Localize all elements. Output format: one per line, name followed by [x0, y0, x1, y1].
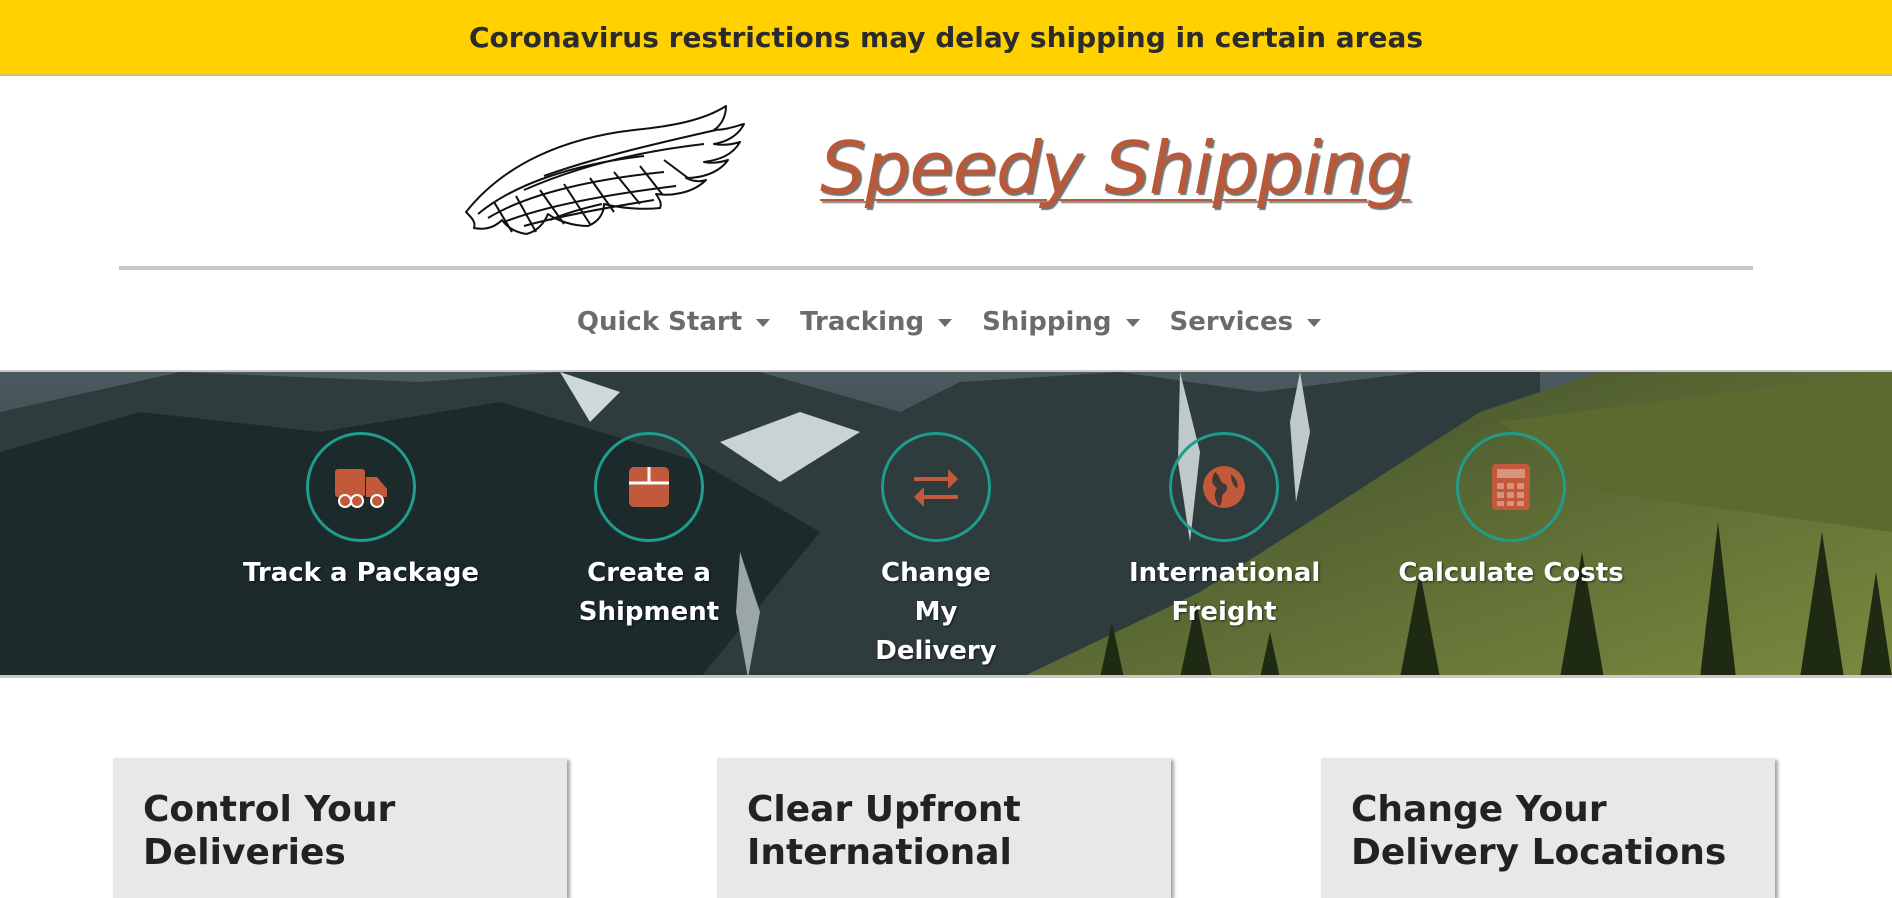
quick-link-international-freight[interactable]: International Freight — [1094, 432, 1354, 632]
wing-icon — [465, 105, 745, 235]
feature-card-control-deliveries[interactable]: Control Your Deliveries — [113, 758, 567, 898]
hero-quick-links: Track a Package Create a Shipment Change… — [0, 372, 1892, 678]
quick-link-label: Calculate Costs — [1398, 558, 1624, 588]
quick-link-label: Change My Delivery — [875, 558, 997, 666]
card-title: Change Your Delivery Locations — [1351, 789, 1727, 873]
quick-link-circle — [1456, 432, 1566, 542]
quick-link-circle — [594, 432, 704, 542]
quick-link-track-package[interactable]: Track a Package — [231, 432, 491, 593]
quick-link-calculate-costs[interactable]: Calculate Costs — [1381, 432, 1641, 593]
quick-link-circle — [1169, 432, 1279, 542]
brand-name[interactable]: Speedy Shipping — [820, 126, 1411, 210]
main-nav: Quick Start Tracking Shipping Services — [0, 300, 1892, 344]
quick-link-label: International Freight — [1129, 558, 1321, 627]
nav-item-label: Tracking — [800, 307, 925, 337]
nav-item-label: Quick Start — [576, 307, 743, 337]
nav-item-tracking[interactable]: Tracking — [800, 307, 953, 337]
card-title: Control Your Deliveries — [143, 789, 396, 873]
feature-card-upfront-international[interactable]: Clear Upfront International — [717, 758, 1171, 898]
globe-icon — [1203, 466, 1245, 508]
header-divider — [119, 266, 1753, 270]
nav-item-label: Shipping — [982, 307, 1112, 337]
exchange-arrows-icon — [914, 469, 958, 507]
quick-link-circle — [881, 432, 991, 542]
quick-link-create-shipment[interactable]: Create a Shipment — [519, 432, 779, 632]
quick-link-circle — [306, 432, 416, 542]
nav-item-label: Services — [1169, 307, 1294, 337]
chevron-down-icon — [756, 319, 771, 327]
nav-item-services[interactable]: Services — [1170, 307, 1322, 337]
chevron-down-icon — [938, 319, 953, 327]
nav-item-quick-start[interactable]: Quick Start — [576, 307, 771, 337]
banner-text: Coronavirus restrictions may delay shipp… — [468, 20, 1424, 54]
truck-icon — [335, 469, 387, 508]
nav-item-shipping[interactable]: Shipping — [982, 307, 1140, 337]
chevron-down-icon — [1125, 319, 1140, 327]
feature-card-change-locations[interactable]: Change Your Delivery Locations — [1321, 758, 1775, 898]
chevron-down-icon — [1307, 319, 1322, 327]
quick-link-change-delivery[interactable]: Change My Delivery — [806, 432, 1066, 671]
announcement-banner: Coronavirus restrictions may delay shipp… — [0, 0, 1892, 76]
card-title: Clear Upfront International — [747, 789, 1021, 873]
box-icon — [629, 467, 669, 507]
calculator-icon — [1492, 464, 1530, 510]
quick-link-label: Create a Shipment — [578, 558, 720, 627]
quick-link-label: Track a Package — [243, 558, 479, 588]
